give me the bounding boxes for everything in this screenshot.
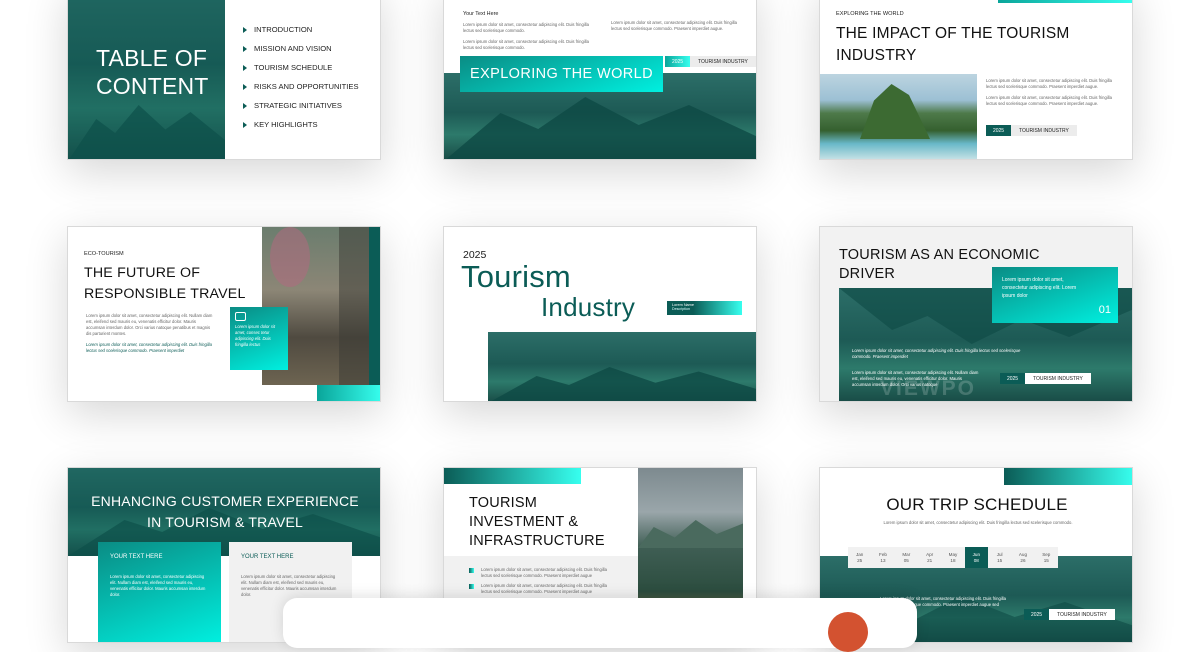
slide-title: ENHANCING CUSTOMER EXPERIENCE IN TOURISM …	[91, 493, 359, 530]
tag-tourism-industry: 2025 TOURISM INDUSTRY	[665, 56, 756, 67]
tag-tourism-industry: 2025 TOURISM INDUSTRY	[986, 125, 1077, 136]
slide-exploring-world[interactable]: Your Text Here Lorem ipsum dolor sit ame…	[443, 0, 757, 160]
kicker: EXPLORING THE WORLD	[836, 11, 904, 17]
product-overlay-card	[283, 598, 917, 652]
schedule-timeline: Jan 25 Feb 13 Mar 05 Apr 21 May 18 Jun 08 Jul 15 Aug 26…	[848, 547, 1058, 568]
lorem-text: Lorem ipsum dolor sit amet, consectetur …	[986, 95, 1112, 106]
banner-title: EXPLORING THE WORLD	[470, 66, 653, 82]
info-box-text: Lorem ipsum dolor sit amet, consec tetur…	[235, 324, 276, 347]
schedule-day-label: 08	[973, 557, 979, 563]
corner-accent	[998, 0, 1132, 3]
cover-photo	[488, 332, 756, 401]
info-box-number: 01	[1098, 304, 1111, 316]
powerpoint-icon	[828, 612, 868, 652]
slide-title: OUR TRIP SCHEDULE	[886, 495, 1068, 514]
card-1-title: YOUR TEXT HERE	[110, 554, 163, 560]
schedule-day-label: 25	[857, 557, 863, 563]
schedule-month: May 18	[941, 547, 964, 568]
toc-item-4: RISKS AND OPPORTUNITIES	[243, 82, 359, 91]
text-heading: Your Text Here	[463, 11, 499, 17]
slide-economic-driver[interactable]: TOURISM AS AN ECONOMIC DRIVER Lorem ipsum…	[819, 226, 1133, 402]
schedule-month: Mar 05	[895, 547, 918, 568]
slide-impact-tourism[interactable]: EXPLORING THE WORLD THE IMPACT OF THE TO…	[819, 0, 1133, 160]
corner-accent	[444, 468, 581, 484]
corner-accent	[1004, 468, 1132, 485]
schedule-month: Jun 08	[964, 547, 988, 568]
people-icon	[235, 312, 246, 321]
toc-item-6: KEY HIGHLIGHTS	[243, 120, 318, 129]
toc-title: TABLE OF CONTENT	[96, 45, 209, 99]
card-1-text: Lorem ipsum dolor sit amet, consectetur …	[110, 574, 206, 597]
watermark-text: VIEWPO	[880, 377, 977, 400]
slide-title: THE IMPACT OF THE TOURISM INDUSTRY	[836, 25, 1070, 64]
name-tag: Lorem Name Description	[667, 301, 742, 315]
card-1: YOUR TEXT HERE Lorem ipsum dolor sit ame…	[98, 542, 221, 642]
tag-tourism-industry: 2025 TOURISM INDUSTRY	[1024, 609, 1115, 620]
cover-title-line-1: Tourism	[461, 259, 571, 294]
banner-box: EXPLORING THE WORLD	[460, 56, 663, 92]
schedule-month: Sep 15	[1035, 547, 1058, 568]
schedule-month: Aug 26	[1011, 547, 1034, 568]
info-box: Lorem ipsum dolor sit amet, consectetur …	[992, 267, 1118, 323]
lorem-text: Lorem ipsum dolor sit amet, consectetur …	[463, 39, 589, 50]
info-box: Lorem ipsum dolor sit amet, consec tetur…	[230, 307, 288, 370]
lorem-text: Lorem ipsum dolor sit amet, consectetur …	[883, 520, 1073, 525]
schedule-day-label: 18	[950, 557, 956, 563]
schedule-day-label: 15	[997, 557, 1003, 563]
schedule-day-label: 13	[880, 557, 886, 563]
schedule-month: Jul 15	[988, 547, 1011, 568]
schedule-day-label: 15	[1043, 557, 1049, 563]
bullet-icon	[469, 568, 474, 573]
lorem-text: Lorem ipsum dolor sit amet, consectetur …	[481, 567, 607, 578]
kicker: ECO-TOURISM	[84, 251, 124, 257]
toc-item-1: INTRODUCTION	[243, 25, 312, 34]
lorem-text: Lorem ipsum dolor sit amet, consectetur …	[611, 20, 737, 31]
cover-title-line-2: Industry	[541, 292, 636, 322]
slide-tourism-industry-cover[interactable]: 2025 Tourism Industry Lorem Name Descrip…	[443, 226, 757, 402]
card-2-text: Lorem ipsum dolor sit amet, consectetur …	[241, 574, 337, 597]
slide-table-of-content[interactable]: TABLE OF CONTENT INTRODUCTION MISSION AND…	[67, 0, 381, 160]
slide-responsible-travel[interactable]: ECO-TOURISM THE FUTURE OF RESPONSIBLE TRA…	[67, 226, 381, 402]
lorem-text: Lorem ipsum dolor sit amet, consectetur …	[986, 78, 1112, 89]
corner-accent	[317, 385, 380, 401]
schedule-day-label: 26	[1020, 557, 1026, 563]
lorem-text: Lorem ipsum dolor sit amet, consectetur …	[86, 342, 212, 353]
side-bar	[369, 227, 380, 401]
tag-tourism-industry: 2025 TOURISM INDUSTRY	[1000, 373, 1091, 384]
schedule-month: Apr 21	[918, 547, 941, 568]
slide-title: TOURISM INVESTMENT & INFRASTRUCTURE	[469, 495, 605, 549]
slide-title: THE FUTURE OF RESPONSIBLE TRAVEL	[84, 265, 246, 302]
lorem-text: Lorem ipsum dolor sit amet, consectetur …	[481, 583, 607, 594]
schedule-month: Feb 13	[871, 547, 894, 568]
toc-item-3: TOURISM SCHEDULE	[243, 63, 332, 72]
lorem-text: Lorem ipsum dolor sit amet, consectetur …	[852, 348, 1021, 359]
island-photo	[820, 74, 977, 159]
toc-item-2: MISSION AND VISION	[243, 44, 332, 53]
lorem-text: Lorem ipsum dolor sit amet, consectetur …	[463, 22, 589, 33]
lorem-text: Lorem ipsum dolor sit amet, consectetur …	[86, 313, 213, 336]
info-box-text: Lorem ipsum dolor sit amet, consectetur …	[1002, 277, 1077, 299]
toc-item-5: STRATEGIC INITIATIVES	[243, 101, 342, 110]
schedule-day-label: 05	[903, 557, 909, 563]
bullet-icon	[469, 584, 474, 589]
card-2-title: YOUR TEXT HERE	[241, 554, 294, 560]
schedule-month: Jan 25	[848, 547, 871, 568]
schedule-day-label: 21	[927, 557, 933, 563]
